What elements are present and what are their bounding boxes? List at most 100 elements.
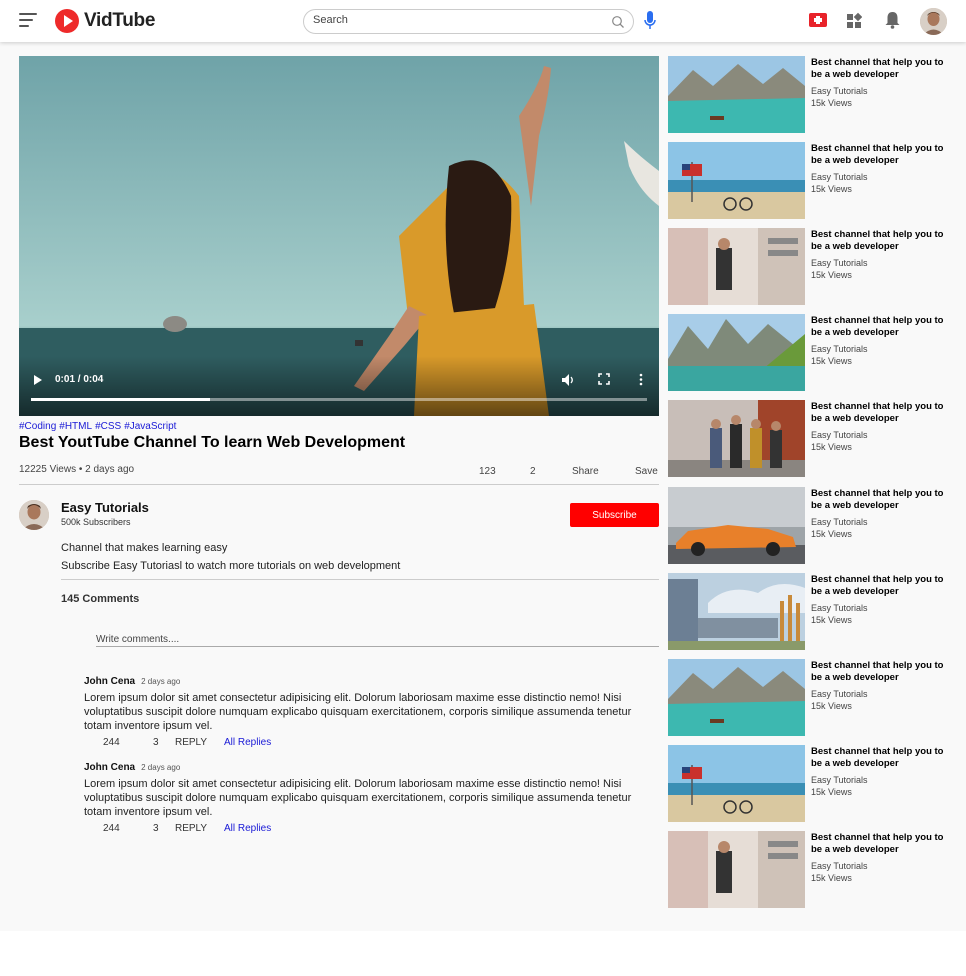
sidebar-video-title: Best channel that help you to be a web d… (811, 488, 944, 511)
comment-dislike-count[interactable]: 3 (153, 823, 159, 834)
apps-icon[interactable] (846, 10, 862, 30)
sidebar-channel-name: Easy Tutorials (811, 172, 868, 182)
video-thumbnail[interactable] (668, 831, 805, 908)
sidebar-channel-name: Easy Tutorials (811, 775, 868, 785)
avatar[interactable] (920, 8, 947, 35)
video-thumbnail[interactable] (668, 745, 805, 822)
tag-link[interactable]: #CSS (95, 421, 121, 432)
video-player[interactable]: 0:01 / 0:04 (19, 56, 659, 416)
sidebar-video-title: Best channel that help you to be a web d… (811, 746, 944, 769)
player-controls: 0:01 / 0:04 (19, 356, 659, 416)
video-thumbnail[interactable] (668, 56, 805, 133)
sidebar-video-item[interactable]: Best channel that help you to be a web d… (668, 573, 958, 650)
play-icon[interactable] (34, 375, 42, 385)
video-thumbnail[interactable] (668, 659, 805, 736)
sidebar-video-item[interactable]: Best channel that help you to be a web d… (668, 228, 958, 305)
comment-time: 2 days ago (141, 763, 181, 772)
sidebar-video-title: Best channel that help you to be a web d… (811, 57, 944, 80)
comment-actions: 244 3 REPLY All Replies (84, 737, 659, 751)
bell-icon[interactable] (884, 10, 901, 30)
sidebar-video-title: Best channel that help you to be a web d… (811, 574, 944, 597)
sidebar-views: 15k Views (811, 701, 852, 711)
more-options-icon[interactable] (639, 373, 643, 386)
sidebar-video-item[interactable]: Best channel that help you to be a web d… (668, 745, 958, 822)
video-thumbnail[interactable] (668, 142, 805, 219)
sidebar-views: 15k Views (811, 787, 852, 797)
sidebar-video-item[interactable]: Best channel that help you to be a web d… (668, 659, 958, 736)
sidebar-views: 15k Views (811, 98, 852, 108)
channel-description: Subscribe Easy Tutoriasl to watch more t… (61, 560, 401, 572)
sidebar-video-item[interactable]: Best channel that help you to be a web d… (668, 314, 958, 391)
sidebar-views: 15k Views (811, 442, 852, 452)
channel-avatar[interactable] (19, 500, 49, 530)
dislike-count: 2 (530, 466, 536, 477)
dislike-button[interactable]: 2 (530, 466, 536, 477)
mic-icon[interactable] (643, 10, 657, 32)
search-box (303, 9, 634, 34)
comment-text: Lorem ipsum dolor sit amet consectetur a… (84, 692, 632, 732)
comment-text: Lorem ipsum dolor sit amet consectetur a… (84, 778, 632, 818)
sidebar-video-title: Best channel that help you to be a web d… (811, 229, 944, 252)
video-thumbnail[interactable] (668, 487, 805, 564)
comment: John Cena 2 days ago Lorem ipsum dolor si… (84, 671, 659, 751)
comment-like-count[interactable]: 244 (103, 823, 120, 834)
sidebar-video-item[interactable]: Best channel that help you to be a web d… (668, 831, 958, 908)
video-views: 12225 Views • 2 days ago (19, 464, 135, 475)
sidebar-views: 15k Views (811, 615, 852, 625)
video-thumbnail[interactable] (668, 228, 805, 305)
comment-time: 2 days ago (141, 677, 181, 686)
logo[interactable]: VidTube (55, 9, 155, 33)
sidebar-video-item[interactable]: Best channel that help you to be a web d… (668, 142, 958, 219)
comment-actions: 244 3 REPLY All Replies (84, 823, 659, 837)
save-button[interactable]: Save (635, 466, 658, 477)
share-button[interactable]: Share (572, 466, 599, 477)
video-thumbnail[interactable] (668, 314, 805, 391)
like-button[interactable]: 123 (479, 466, 496, 477)
comment-input[interactable]: Write comments.... (96, 634, 659, 647)
sidebar-channel-name: Easy Tutorials (811, 86, 868, 96)
sidebar-video-title: Best channel that help you to be a web d… (811, 401, 944, 424)
subscribe-button[interactable]: Subscribe (570, 503, 659, 527)
comment-like-count[interactable]: 244 (103, 737, 120, 748)
sidebar-video-item[interactable]: Best channel that help you to be a web d… (668, 487, 958, 564)
video-tags: #Coding #HTML #CSS #JavaScript (19, 421, 179, 432)
reply-button[interactable]: REPLY (175, 823, 207, 834)
comment: John Cena 2 days ago Lorem ipsum dolor si… (84, 757, 659, 837)
like-count: 123 (479, 466, 496, 477)
comments-count: 145 Comments (61, 593, 140, 605)
logo-text: VidTube (84, 10, 156, 31)
sidebar-channel-name: Easy Tutorials (811, 861, 868, 871)
sidebar-video-item[interactable]: Best channel that help you to be a web d… (668, 56, 958, 133)
video-title: Best YoutTube Channel To learn Web Devel… (19, 434, 406, 451)
channel-name[interactable]: Easy Tutorials (61, 500, 149, 515)
video-thumbnail[interactable] (668, 400, 805, 477)
fullscreen-icon[interactable] (598, 373, 610, 385)
search-icon[interactable] (611, 15, 625, 29)
upload-icon[interactable] (808, 10, 828, 30)
sidebar-views: 15k Views (811, 356, 852, 366)
all-replies-link[interactable]: All Replies (224, 823, 271, 834)
sidebar-channel-name: Easy Tutorials (811, 258, 868, 268)
sidebar-video-title: Best channel that help you to be a web d… (811, 315, 944, 338)
all-replies-link[interactable]: All Replies (224, 737, 271, 748)
sidebar-channel-name: Easy Tutorials (811, 430, 868, 440)
sidebar-video-title: Best channel that help you to be a web d… (811, 832, 944, 855)
reply-button[interactable]: REPLY (175, 737, 207, 748)
tag-link[interactable]: #JavaScript (124, 421, 176, 432)
sidebar-views: 15k Views (811, 270, 852, 280)
sidebar-views: 15k Views (811, 184, 852, 194)
sidebar-video-title: Best channel that help you to be a web d… (811, 143, 944, 166)
comment-dislike-count[interactable]: 3 (153, 737, 159, 748)
divider (61, 579, 659, 580)
sidebar-channel-name: Easy Tutorials (811, 344, 868, 354)
sidebar-video-item[interactable]: Best channel that help you to be a web d… (668, 400, 958, 477)
tag-link[interactable]: #Coding (19, 421, 56, 432)
progress-bar[interactable] (31, 398, 647, 401)
tag-link[interactable]: #HTML (59, 421, 92, 432)
video-thumbnail[interactable] (668, 573, 805, 650)
volume-icon[interactable] (561, 373, 575, 387)
play-logo-icon (55, 9, 79, 33)
top-navbar: VidTube (0, 0, 966, 42)
menu-icon[interactable] (19, 13, 37, 27)
search-input[interactable] (313, 14, 603, 26)
